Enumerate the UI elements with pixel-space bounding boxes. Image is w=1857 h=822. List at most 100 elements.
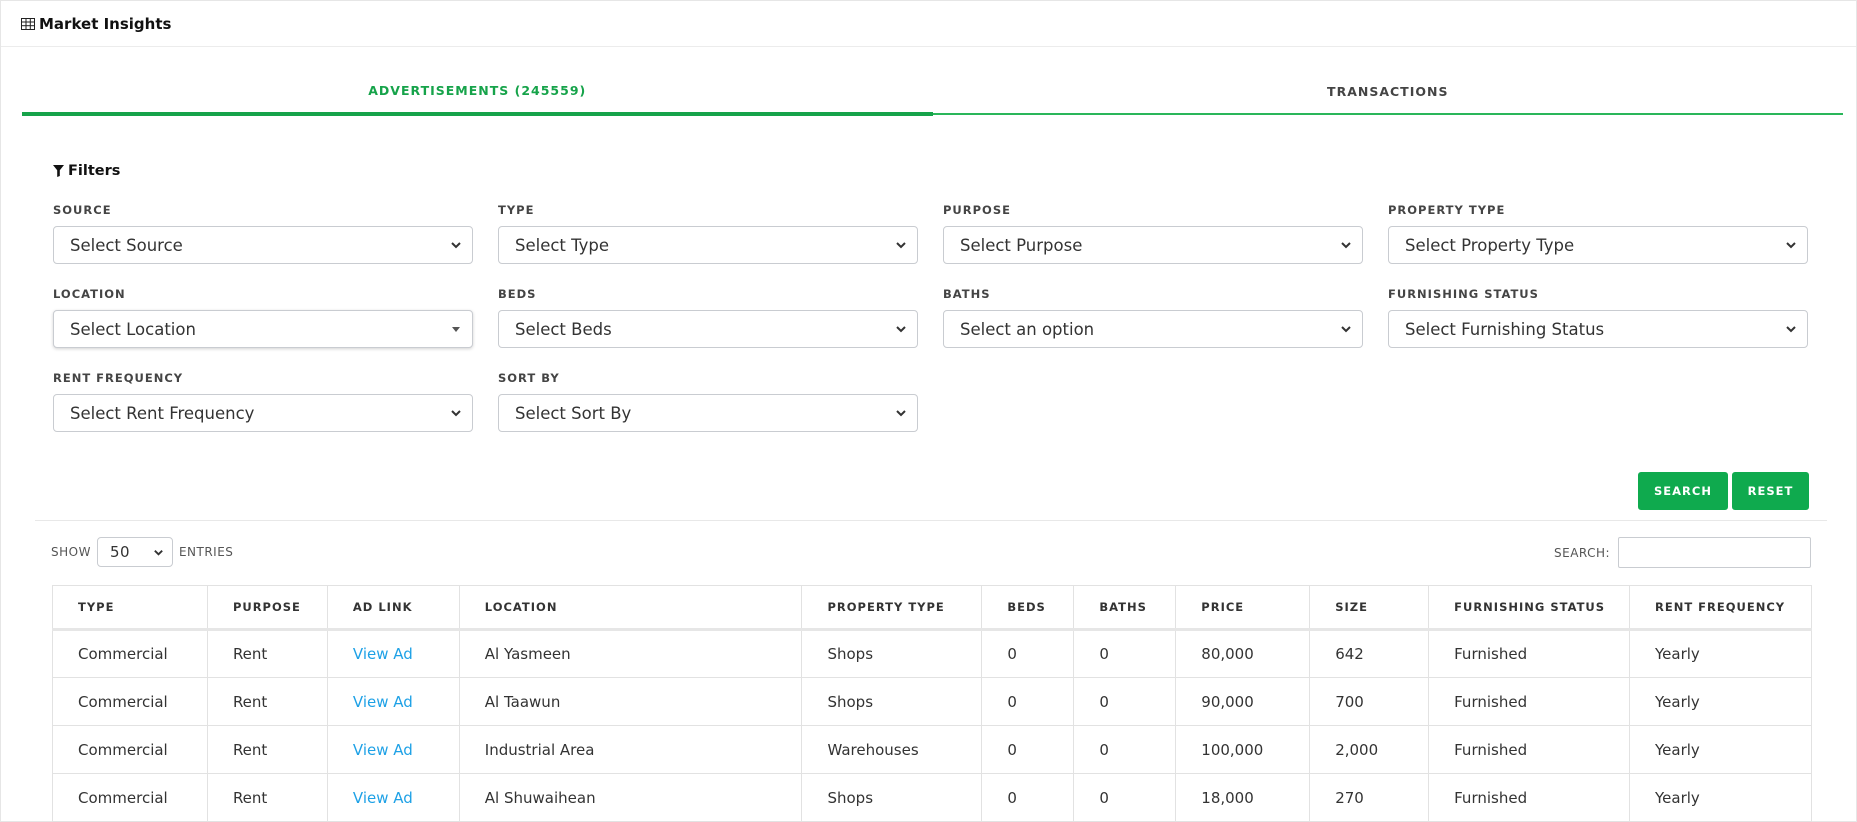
chevron-down-icon: [896, 326, 906, 333]
source-filter: SOURCE Select Source: [53, 203, 473, 264]
table-row: Commercial Rent View Ad Al Yasmeen Shops…: [52, 629, 1812, 678]
cell-purpose: Rent: [206, 773, 328, 822]
type-select[interactable]: Select Type: [498, 226, 918, 264]
cell-location: Al Shuwaihean: [458, 773, 803, 822]
cell-furnishing-status: Furnished: [1428, 725, 1630, 774]
cell-price: 80,000: [1175, 629, 1311, 678]
cell-baths: 0: [1073, 725, 1177, 774]
purpose-select[interactable]: Select Purpose: [943, 226, 1363, 264]
tab-advertisements[interactable]: ADVERTISEMENTS (245559): [22, 69, 933, 116]
column-header[interactable]: SIZE: [1309, 585, 1430, 631]
cell-location: Al Taawun: [458, 677, 803, 726]
baths-select[interactable]: Select an option: [943, 310, 1363, 348]
purpose-label: PURPOSE: [943, 203, 1011, 217]
type-filter: TYPE Select Type: [498, 203, 918, 264]
source-select[interactable]: Select Source: [53, 226, 473, 264]
cell-baths: 0: [1073, 629, 1177, 678]
cell-type: Commercial: [52, 773, 208, 822]
cell-type: Commercial: [52, 725, 208, 774]
column-header[interactable]: RENT FREQUENCY: [1629, 585, 1812, 631]
cell-furnishing-status: Furnished: [1428, 677, 1630, 726]
cell-location: Industrial Area: [458, 725, 803, 774]
sort-by-filter: SORT BY Select Sort By: [498, 371, 918, 432]
view-ad-link[interactable]: View Ad: [353, 693, 413, 711]
cell-price: 18,000: [1175, 773, 1311, 822]
cell-rent-frequency: Yearly: [1629, 773, 1812, 822]
cell-beds: 0: [981, 773, 1075, 822]
cell-type: Commercial: [52, 677, 208, 726]
view-ad-link[interactable]: View Ad: [353, 789, 413, 807]
search-button[interactable]: SEARCH: [1638, 472, 1728, 510]
show-label: SHOW: [51, 545, 91, 559]
cell-size: 642: [1309, 629, 1430, 678]
entries-select[interactable]: 50: [96, 537, 173, 567]
baths-filter: BATHS Select an option: [943, 287, 1363, 348]
view-ad-link[interactable]: View Ad: [353, 645, 413, 663]
column-header[interactable]: PRICE: [1175, 585, 1311, 631]
cell-purpose: Rent: [206, 677, 328, 726]
sort-by-select[interactable]: Select Sort By: [498, 394, 918, 432]
tabs: ADVERTISEMENTS (245559) TRANSACTIONS: [22, 69, 1844, 116]
rent-frequency-value: Select Rent Frequency: [70, 403, 255, 423]
column-header[interactable]: PROPERTY TYPE: [801, 585, 983, 631]
furnishing-status-value: Select Furnishing Status: [1405, 319, 1605, 339]
type-label: TYPE: [498, 203, 535, 217]
market-insights-card: Market Insights ADVERTISEMENTS (245559) …: [0, 0, 1857, 822]
chevron-down-icon: [1341, 326, 1351, 333]
chevron-down-icon: [1341, 242, 1351, 249]
table-icon: [21, 17, 35, 30]
column-header[interactable]: LOCATION: [458, 585, 803, 631]
entries-label: ENTRIES: [178, 545, 234, 559]
chevron-down-icon: [451, 410, 461, 417]
chevron-down-icon: [896, 242, 906, 249]
cell-ad-link: View Ad: [326, 629, 460, 678]
furnishing-status-label: FURNISHING STATUS: [1388, 287, 1539, 301]
cell-price: 90,000: [1175, 677, 1311, 726]
sort-by-label: SORT BY: [498, 371, 560, 385]
reset-button[interactable]: RESET: [1732, 472, 1809, 510]
property-type-select[interactable]: Select Property Type: [1388, 226, 1808, 264]
cell-ad-link: View Ad: [326, 725, 460, 774]
rent-frequency-filter: RENT FREQUENCY Select Rent Frequency: [53, 371, 473, 432]
source-value: Select Source: [70, 235, 183, 255]
cell-beds: 0: [981, 725, 1075, 774]
property-type-value: Select Property Type: [1405, 235, 1575, 255]
rent-frequency-select[interactable]: Select Rent Frequency: [53, 394, 473, 432]
chevron-down-icon: [1786, 326, 1796, 333]
cell-furnishing-status: Furnished: [1428, 629, 1630, 678]
chevron-down-icon: [451, 242, 461, 249]
column-header[interactable]: BEDS: [981, 585, 1075, 631]
furnishing-status-select[interactable]: Select Furnishing Status: [1388, 310, 1808, 348]
cell-size: 270: [1309, 773, 1430, 822]
cell-ad-link: View Ad: [326, 677, 460, 726]
column-header[interactable]: FURNISHING STATUS: [1428, 585, 1630, 631]
divider: [35, 520, 1827, 521]
location-label: LOCATION: [53, 287, 126, 301]
source-label: SOURCE: [53, 203, 112, 217]
tab-transactions[interactable]: TRANSACTIONS: [933, 69, 1844, 113]
column-header[interactable]: TYPE: [52, 585, 208, 631]
column-header[interactable]: PURPOSE: [206, 585, 328, 631]
column-header[interactable]: BATHS: [1073, 585, 1177, 631]
beds-select[interactable]: Select Beds: [498, 310, 918, 348]
table-row: Commercial Rent View Ad Industrial Area …: [52, 725, 1812, 774]
beds-label: BEDS: [498, 287, 537, 301]
cell-size: 2,000: [1309, 725, 1430, 774]
table-row: Commercial Rent View Ad Al Shuwaihean Sh…: [52, 773, 1812, 822]
property-type-filter: PROPERTY TYPE Select Property Type: [1388, 203, 1808, 264]
chevron-down-icon: [1786, 242, 1796, 249]
view-ad-link[interactable]: View Ad: [353, 741, 413, 759]
cell-rent-frequency: Yearly: [1629, 725, 1812, 774]
filters-title: Filters: [68, 163, 121, 179]
location-select[interactable]: Select Location: [53, 310, 473, 348]
search-input[interactable]: [1618, 537, 1812, 568]
cell-property-type: Shops: [801, 773, 983, 822]
entries-value: 50: [109, 543, 131, 561]
table-search: SEARCH:: [1554, 537, 1812, 568]
cell-rent-frequency: Yearly: [1629, 629, 1812, 678]
furnishing-status-filter: FURNISHING STATUS Select Furnishing Stat…: [1388, 287, 1808, 348]
chevron-down-icon: [154, 550, 163, 556]
column-header[interactable]: AD LINK: [326, 585, 460, 631]
page-title: Market Insights: [39, 14, 172, 33]
cell-rent-frequency: Yearly: [1629, 677, 1812, 726]
